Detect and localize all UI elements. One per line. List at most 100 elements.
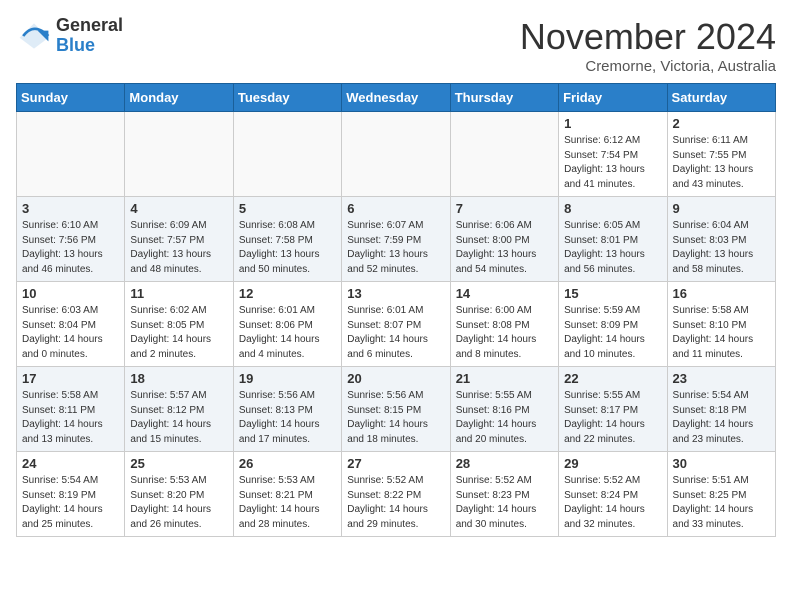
day-info: Sunrise: 5:54 AM Sunset: 8:18 PM Dayligh…	[673, 389, 770, 447]
day-number: 6	[347, 201, 444, 216]
day-info: Sunrise: 5:52 AM Sunset: 8:22 PM Dayligh…	[347, 474, 444, 532]
day-info: Sunrise: 6:11 AM Sunset: 7:55 PM Dayligh…	[673, 134, 770, 192]
day-number: 20	[347, 371, 444, 386]
day-info: Sunrise: 6:04 AM Sunset: 8:03 PM Dayligh…	[673, 219, 770, 277]
day-cell: 13 Sunrise: 6:01 AM Sunset: 8:07 PM Dayli…	[342, 282, 450, 367]
day-info: Sunrise: 6:06 AM Sunset: 8:00 PM Dayligh…	[456, 219, 553, 277]
day-cell: 20 Sunrise: 5:56 AM Sunset: 8:15 PM Dayli…	[342, 367, 450, 452]
day-cell: 6 Sunrise: 6:07 AM Sunset: 7:59 PM Daylig…	[342, 197, 450, 282]
day-cell: 19 Sunrise: 5:56 AM Sunset: 8:13 PM Dayli…	[233, 367, 341, 452]
day-info: Sunrise: 6:10 AM Sunset: 7:56 PM Dayligh…	[22, 219, 119, 277]
day-info: Sunrise: 5:55 AM Sunset: 8:17 PM Dayligh…	[564, 389, 661, 447]
day-number: 25	[130, 456, 227, 471]
day-number: 3	[22, 201, 119, 216]
day-info: Sunrise: 5:58 AM Sunset: 8:11 PM Dayligh…	[22, 389, 119, 447]
day-cell: 24 Sunrise: 5:54 AM Sunset: 8:19 PM Dayli…	[17, 452, 125, 537]
day-number: 30	[673, 456, 770, 471]
day-cell: 27 Sunrise: 5:52 AM Sunset: 8:22 PM Dayli…	[342, 452, 450, 537]
week-row-1: 1 Sunrise: 6:12 AM Sunset: 7:54 PM Daylig…	[17, 112, 776, 197]
day-number: 21	[456, 371, 553, 386]
day-info: Sunrise: 6:08 AM Sunset: 7:58 PM Dayligh…	[239, 219, 336, 277]
day-cell: 11 Sunrise: 6:02 AM Sunset: 8:05 PM Dayli…	[125, 282, 233, 367]
logo-icon	[16, 18, 52, 54]
week-row-3: 10 Sunrise: 6:03 AM Sunset: 8:04 PM Dayli…	[17, 282, 776, 367]
day-number: 23	[673, 371, 770, 386]
day-cell: 29 Sunrise: 5:52 AM Sunset: 8:24 PM Dayli…	[559, 452, 667, 537]
day-number: 24	[22, 456, 119, 471]
day-cell: 4Sunrise: 6:09 AM Sunset: 7:57 PM Daylig…	[125, 197, 233, 282]
day-number: 14	[456, 286, 553, 301]
month-title: November 2024	[520, 16, 776, 58]
day-info: Sunrise: 6:01 AM Sunset: 8:07 PM Dayligh…	[347, 304, 444, 362]
day-info: Sunrise: 6:12 AM Sunset: 7:54 PM Dayligh…	[564, 134, 661, 192]
day-cell: 8 Sunrise: 6:05 AM Sunset: 8:01 PM Daylig…	[559, 197, 667, 282]
day-info: Sunrise: 6:00 AM Sunset: 8:08 PM Dayligh…	[456, 304, 553, 362]
day-info: Sunrise: 6:07 AM Sunset: 7:59 PM Dayligh…	[347, 219, 444, 277]
day-info: Sunrise: 5:56 AM Sunset: 8:15 PM Dayligh…	[347, 389, 444, 447]
day-cell: 14 Sunrise: 6:00 AM Sunset: 8:08 PM Dayli…	[450, 282, 558, 367]
day-number: 1	[564, 116, 661, 131]
logo: General Blue	[16, 16, 123, 56]
day-number: 5	[239, 201, 336, 216]
day-number: 19	[239, 371, 336, 386]
day-number: 8	[564, 201, 661, 216]
day-info: Sunrise: 5:53 AM Sunset: 8:20 PM Dayligh…	[130, 474, 227, 532]
location: Cremorne, Victoria, Australia	[520, 58, 776, 75]
day-info: Sunrise: 5:52 AM Sunset: 8:24 PM Dayligh…	[564, 474, 661, 532]
day-info: Sunrise: 5:55 AM Sunset: 8:16 PM Dayligh…	[456, 389, 553, 447]
day-cell: 15Sunrise: 5:59 AM Sunset: 8:09 PM Dayli…	[559, 282, 667, 367]
day-cell: 28 Sunrise: 5:52 AM Sunset: 8:23 PM Dayli…	[450, 452, 558, 537]
calendar-table: SundayMondayTuesdayWednesdayThursdayFrid…	[16, 83, 776, 537]
day-number: 29	[564, 456, 661, 471]
day-number: 12	[239, 286, 336, 301]
day-number: 11	[130, 286, 227, 301]
weekday-header-row: SundayMondayTuesdayWednesdayThursdayFrid…	[17, 84, 776, 112]
day-info: Sunrise: 5:56 AM Sunset: 8:13 PM Dayligh…	[239, 389, 336, 447]
day-cell	[125, 112, 233, 197]
day-info: Sunrise: 6:03 AM Sunset: 8:04 PM Dayligh…	[22, 304, 119, 362]
week-row-4: 17Sunrise: 5:58 AM Sunset: 8:11 PM Dayli…	[17, 367, 776, 452]
day-info: Sunrise: 6:05 AM Sunset: 8:01 PM Dayligh…	[564, 219, 661, 277]
day-number: 28	[456, 456, 553, 471]
weekday-header-tuesday: Tuesday	[233, 84, 341, 112]
day-number: 2	[673, 116, 770, 131]
day-number: 18	[130, 371, 227, 386]
day-cell: 25 Sunrise: 5:53 AM Sunset: 8:20 PM Dayli…	[125, 452, 233, 537]
week-row-5: 24 Sunrise: 5:54 AM Sunset: 8:19 PM Dayli…	[17, 452, 776, 537]
day-number: 27	[347, 456, 444, 471]
day-cell: 7 Sunrise: 6:06 AM Sunset: 8:00 PM Daylig…	[450, 197, 558, 282]
day-info: Sunrise: 6:01 AM Sunset: 8:06 PM Dayligh…	[239, 304, 336, 362]
day-info: Sunrise: 5:51 AM Sunset: 8:25 PM Dayligh…	[673, 474, 770, 532]
day-cell	[233, 112, 341, 197]
page-header: General Blue November 2024 Cremorne, Vic…	[16, 16, 776, 75]
day-cell: 23 Sunrise: 5:54 AM Sunset: 8:18 PM Dayli…	[667, 367, 775, 452]
weekday-header-monday: Monday	[125, 84, 233, 112]
day-info: Sunrise: 6:02 AM Sunset: 8:05 PM Dayligh…	[130, 304, 227, 362]
weekday-header-thursday: Thursday	[450, 84, 558, 112]
day-info: Sunrise: 5:59 AM Sunset: 8:09 PM Dayligh…	[564, 304, 661, 362]
day-cell	[342, 112, 450, 197]
day-info: Sunrise: 5:53 AM Sunset: 8:21 PM Dayligh…	[239, 474, 336, 532]
day-number: 7	[456, 201, 553, 216]
weekday-header-saturday: Saturday	[667, 84, 775, 112]
title-block: November 2024 Cremorne, Victoria, Austra…	[520, 16, 776, 75]
day-cell: 17Sunrise: 5:58 AM Sunset: 8:11 PM Dayli…	[17, 367, 125, 452]
day-info: Sunrise: 5:54 AM Sunset: 8:19 PM Dayligh…	[22, 474, 119, 532]
day-cell: 3 Sunrise: 6:10 AM Sunset: 7:56 PM Daylig…	[17, 197, 125, 282]
day-cell	[17, 112, 125, 197]
day-number: 13	[347, 286, 444, 301]
day-cell: 22 Sunrise: 5:55 AM Sunset: 8:17 PM Dayli…	[559, 367, 667, 452]
day-number: 9	[673, 201, 770, 216]
week-row-2: 3 Sunrise: 6:10 AM Sunset: 7:56 PM Daylig…	[17, 197, 776, 282]
day-number: 26	[239, 456, 336, 471]
day-info: Sunrise: 5:58 AM Sunset: 8:10 PM Dayligh…	[673, 304, 770, 362]
day-cell: 21 Sunrise: 5:55 AM Sunset: 8:16 PM Dayli…	[450, 367, 558, 452]
day-cell: 12 Sunrise: 6:01 AM Sunset: 8:06 PM Dayli…	[233, 282, 341, 367]
day-info: Sunrise: 5:52 AM Sunset: 8:23 PM Dayligh…	[456, 474, 553, 532]
day-number: 10	[22, 286, 119, 301]
day-number: 22	[564, 371, 661, 386]
logo-text: General Blue	[56, 16, 123, 56]
day-number: 4	[130, 201, 227, 216]
day-cell: 26 Sunrise: 5:53 AM Sunset: 8:21 PM Dayli…	[233, 452, 341, 537]
day-cell: 18Sunrise: 5:57 AM Sunset: 8:12 PM Dayli…	[125, 367, 233, 452]
